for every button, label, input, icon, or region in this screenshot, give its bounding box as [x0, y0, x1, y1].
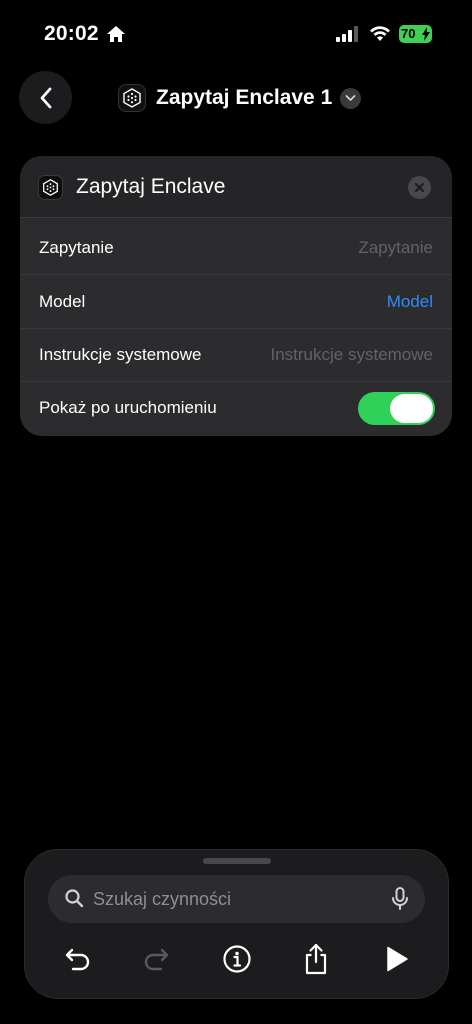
wifi-icon [370, 26, 390, 41]
toggle-knob [390, 394, 433, 423]
run-button[interactable] [380, 942, 414, 976]
undo-icon [65, 948, 90, 971]
action-search-panel: Szukaj czynności [24, 849, 449, 999]
share-button[interactable] [299, 942, 333, 976]
param-row-query[interactable]: Zapytanie Zapytanie [20, 222, 452, 275]
model-picker[interactable]: Model [387, 292, 433, 312]
param-row-system-instructions[interactable]: Instrukcje systemowe Instrukcje systemow… [20, 329, 452, 382]
show-when-run-toggle[interactable] [358, 392, 435, 425]
play-icon [387, 946, 408, 972]
home-icon [107, 26, 125, 42]
search-icon [65, 889, 84, 908]
remove-action-button[interactable] [408, 176, 431, 199]
redo-button[interactable] [139, 942, 173, 976]
close-icon [415, 183, 424, 192]
enclave-app-icon [38, 175, 63, 200]
info-icon [223, 945, 251, 973]
status-time: 20:02 [44, 22, 99, 45]
query-field[interactable]: Zapytanie [358, 238, 433, 258]
info-button[interactable] [220, 942, 254, 976]
action-title: Zapytaj Enclave [76, 175, 226, 198]
charging-bolt-icon [422, 27, 430, 41]
sheet-grabber[interactable] [203, 858, 271, 864]
param-label: Pokaż po uruchomieniu [39, 398, 217, 417]
chevron-left-icon [40, 87, 51, 108]
cellular-signal-icon [336, 26, 358, 42]
undo-button[interactable] [61, 942, 95, 976]
redo-icon [144, 948, 169, 971]
back-button[interactable] [19, 71, 72, 124]
action-card: Zapytaj Enclave Zapytanie Zapytanie Mode… [20, 156, 452, 436]
param-row-show-when-run: Pokaż po uruchomieniu [20, 382, 452, 435]
search-input[interactable]: Szukaj czynności [48, 875, 425, 923]
shortcut-title-menu[interactable]: Zapytaj Enclave 1 [118, 82, 362, 114]
battery-level: 70 [401, 26, 416, 41]
status-bar: 20:02 70 [0, 0, 472, 60]
chevron-down-icon [340, 87, 362, 109]
page-title: Zapytaj Enclave 1 [156, 86, 333, 109]
action-card-header: Zapytaj Enclave [20, 156, 452, 218]
share-icon [305, 943, 327, 975]
param-label: Zapytanie [39, 238, 114, 257]
battery-indicator: 70 [399, 25, 432, 43]
search-placeholder: Szukaj czynności [93, 889, 232, 909]
param-row-model[interactable]: Model Model [20, 276, 452, 329]
param-label: Model [39, 292, 86, 311]
microphone-icon[interactable] [391, 887, 409, 911]
enclave-app-icon [118, 84, 146, 112]
system-instructions-field[interactable]: Instrukcje systemowe [271, 345, 434, 365]
param-label: Instrukcje systemowe [39, 345, 202, 364]
